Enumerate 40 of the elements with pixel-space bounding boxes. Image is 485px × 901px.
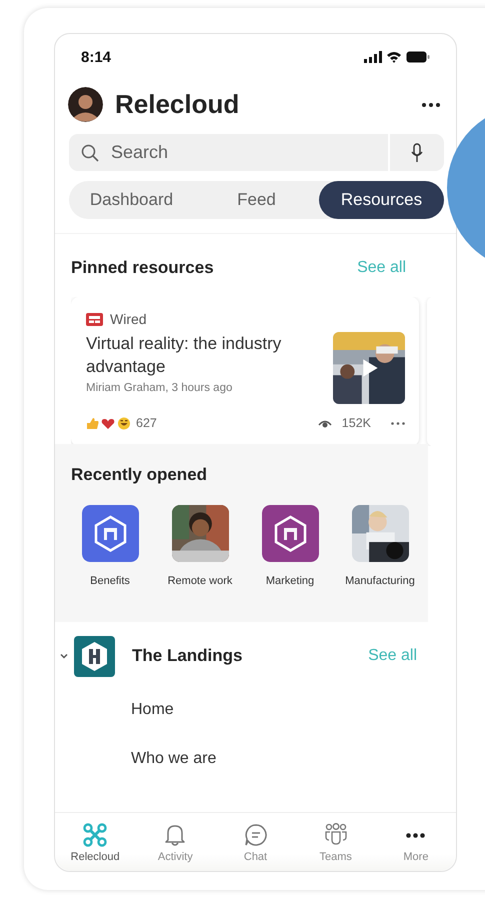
more-icon [406,832,426,838]
tab[interactable]: Dashboard [69,181,194,219]
section-title: Recently opened [71,464,208,486]
chevron-down-icon[interactable] [59,651,69,661]
bell-icon [163,823,188,847]
recent-item[interactable]: Remote work [155,505,245,588]
nav-item[interactable]: Relecloud [55,813,136,871]
site-name: The Landings [132,646,244,666]
resource-card[interactable]: Wired Virtual reality: the industry advantage Miriam Graham, 3 hours ago 627 152K [71,297,419,446]
eye-icon [318,418,332,428]
resource-meta: Miriam Graham, 3 hours ago [86,382,234,394]
recent-item[interactable]: Benefits [65,505,155,588]
news-icon [86,312,103,326]
reactions-icon [86,416,131,430]
battery-icon [406,51,430,63]
site-link[interactable]: Home [131,685,174,734]
section-title: Pinned resources [71,257,214,279]
tab[interactable]: Resources [319,181,444,219]
site-logo-icon [74,636,115,676]
recent-item[interactable]: Marketing [245,505,335,588]
status-time: 8:14 [81,48,112,66]
search-field[interactable]: Search [69,134,444,171]
wifi-icon [386,51,402,63]
search-icon [81,144,99,162]
recent-item[interactable]: Manufacturing [335,505,425,588]
people-icon [324,823,348,847]
chat-icon [244,823,268,847]
site-link[interactable]: Who we are [131,734,216,783]
microphone-icon[interactable] [411,142,423,162]
more-icon[interactable] [422,102,440,106]
view-count: 152K [342,416,371,430]
resource-title: Virtual reality: the industry advantage [86,333,282,378]
hub-icon [83,823,108,847]
reaction-count: 627 [136,416,157,430]
signal-icon [364,51,382,63]
search-input[interactable]: Search [111,134,388,171]
avatar [68,87,103,122]
source-name: Wired [110,311,147,327]
app-title: Relecloud [115,89,240,120]
tab[interactable]: Feed [194,181,319,219]
